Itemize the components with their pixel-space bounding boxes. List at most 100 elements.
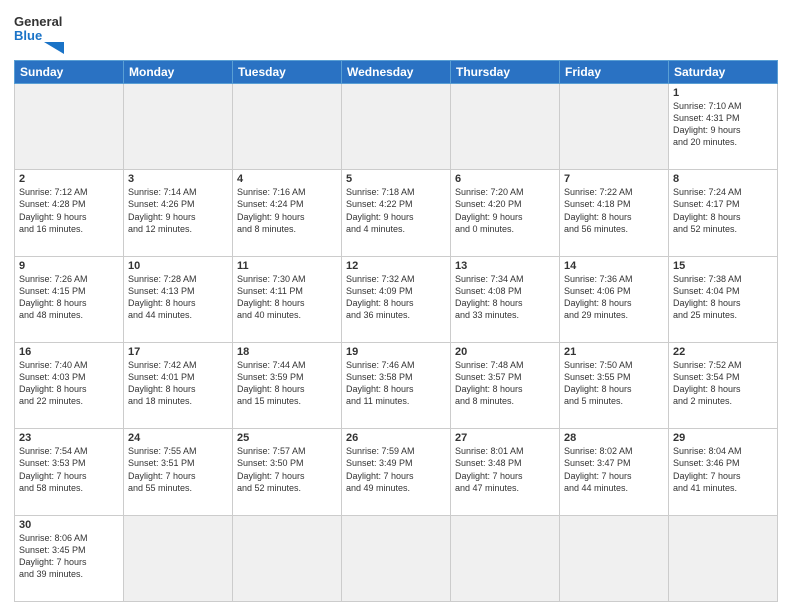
calendar-cell: 10Sunrise: 7:28 AM Sunset: 4:13 PM Dayli… bbox=[124, 256, 233, 342]
svg-text:General: General bbox=[14, 14, 62, 29]
calendar-cell: 9Sunrise: 7:26 AM Sunset: 4:15 PM Daylig… bbox=[15, 256, 124, 342]
calendar-cell: 12Sunrise: 7:32 AM Sunset: 4:09 PM Dayli… bbox=[342, 256, 451, 342]
day-number: 7 bbox=[564, 173, 664, 185]
calendar-cell: 13Sunrise: 7:34 AM Sunset: 4:08 PM Dayli… bbox=[451, 256, 560, 342]
calendar-cell: 25Sunrise: 7:57 AM Sunset: 3:50 PM Dayli… bbox=[233, 429, 342, 515]
calendar-cell: 6Sunrise: 7:20 AM Sunset: 4:20 PM Daylig… bbox=[451, 170, 560, 256]
calendar-cell: 17Sunrise: 7:42 AM Sunset: 4:01 PM Dayli… bbox=[124, 342, 233, 428]
calendar-cell: 29Sunrise: 8:04 AM Sunset: 3:46 PM Dayli… bbox=[669, 429, 778, 515]
day-info: Sunrise: 7:12 AM Sunset: 4:28 PM Dayligh… bbox=[19, 186, 119, 235]
calendar-cell bbox=[15, 84, 124, 170]
day-info: Sunrise: 8:02 AM Sunset: 3:47 PM Dayligh… bbox=[564, 445, 664, 494]
day-info: Sunrise: 7:50 AM Sunset: 3:55 PM Dayligh… bbox=[564, 359, 664, 408]
calendar-cell: 15Sunrise: 7:38 AM Sunset: 4:04 PM Dayli… bbox=[669, 256, 778, 342]
col-sunday: Sunday bbox=[15, 61, 124, 84]
page: General Blue Sunday Monday Tuesday Wedne… bbox=[0, 0, 792, 612]
day-info: Sunrise: 7:40 AM Sunset: 4:03 PM Dayligh… bbox=[19, 359, 119, 408]
day-info: Sunrise: 8:06 AM Sunset: 3:45 PM Dayligh… bbox=[19, 532, 119, 581]
day-number: 6 bbox=[455, 173, 555, 185]
day-info: Sunrise: 7:34 AM Sunset: 4:08 PM Dayligh… bbox=[455, 273, 555, 322]
day-info: Sunrise: 7:20 AM Sunset: 4:20 PM Dayligh… bbox=[455, 186, 555, 235]
day-number: 2 bbox=[19, 173, 119, 185]
calendar-cell bbox=[342, 515, 451, 601]
col-monday: Monday bbox=[124, 61, 233, 84]
header: General Blue bbox=[14, 10, 778, 54]
day-number: 30 bbox=[19, 519, 119, 531]
day-number: 8 bbox=[673, 173, 773, 185]
calendar-cell: 11Sunrise: 7:30 AM Sunset: 4:11 PM Dayli… bbox=[233, 256, 342, 342]
calendar-cell: 14Sunrise: 7:36 AM Sunset: 4:06 PM Dayli… bbox=[560, 256, 669, 342]
col-saturday: Saturday bbox=[669, 61, 778, 84]
day-number: 22 bbox=[673, 346, 773, 358]
week-row-4: 23Sunrise: 7:54 AM Sunset: 3:53 PM Dayli… bbox=[15, 429, 778, 515]
day-info: Sunrise: 7:46 AM Sunset: 3:58 PM Dayligh… bbox=[346, 359, 446, 408]
calendar-cell: 28Sunrise: 8:02 AM Sunset: 3:47 PM Dayli… bbox=[560, 429, 669, 515]
calendar-cell: 21Sunrise: 7:50 AM Sunset: 3:55 PM Dayli… bbox=[560, 342, 669, 428]
calendar-cell: 8Sunrise: 7:24 AM Sunset: 4:17 PM Daylig… bbox=[669, 170, 778, 256]
calendar-cell: 3Sunrise: 7:14 AM Sunset: 4:26 PM Daylig… bbox=[124, 170, 233, 256]
day-info: Sunrise: 7:36 AM Sunset: 4:06 PM Dayligh… bbox=[564, 273, 664, 322]
day-info: Sunrise: 7:57 AM Sunset: 3:50 PM Dayligh… bbox=[237, 445, 337, 494]
day-number: 14 bbox=[564, 260, 664, 272]
calendar-cell: 5Sunrise: 7:18 AM Sunset: 4:22 PM Daylig… bbox=[342, 170, 451, 256]
calendar-cell: 4Sunrise: 7:16 AM Sunset: 4:24 PM Daylig… bbox=[233, 170, 342, 256]
day-info: Sunrise: 7:42 AM Sunset: 4:01 PM Dayligh… bbox=[128, 359, 228, 408]
day-number: 18 bbox=[237, 346, 337, 358]
week-row-0: 1Sunrise: 7:10 AM Sunset: 4:31 PM Daylig… bbox=[15, 84, 778, 170]
day-info: Sunrise: 7:24 AM Sunset: 4:17 PM Dayligh… bbox=[673, 186, 773, 235]
calendar-cell bbox=[233, 515, 342, 601]
week-row-2: 9Sunrise: 7:26 AM Sunset: 4:15 PM Daylig… bbox=[15, 256, 778, 342]
calendar-table: Sunday Monday Tuesday Wednesday Thursday… bbox=[14, 60, 778, 602]
day-number: 4 bbox=[237, 173, 337, 185]
day-number: 12 bbox=[346, 260, 446, 272]
calendar-cell: 27Sunrise: 8:01 AM Sunset: 3:48 PM Dayli… bbox=[451, 429, 560, 515]
logo-area: General Blue bbox=[14, 10, 66, 54]
day-number: 23 bbox=[19, 432, 119, 444]
day-info: Sunrise: 7:30 AM Sunset: 4:11 PM Dayligh… bbox=[237, 273, 337, 322]
calendar-cell bbox=[124, 515, 233, 601]
day-number: 9 bbox=[19, 260, 119, 272]
svg-text:Blue: Blue bbox=[14, 28, 42, 43]
day-info: Sunrise: 7:38 AM Sunset: 4:04 PM Dayligh… bbox=[673, 273, 773, 322]
day-info: Sunrise: 7:26 AM Sunset: 4:15 PM Dayligh… bbox=[19, 273, 119, 322]
week-row-3: 16Sunrise: 7:40 AM Sunset: 4:03 PM Dayli… bbox=[15, 342, 778, 428]
day-info: Sunrise: 8:04 AM Sunset: 3:46 PM Dayligh… bbox=[673, 445, 773, 494]
day-number: 29 bbox=[673, 432, 773, 444]
day-info: Sunrise: 7:18 AM Sunset: 4:22 PM Dayligh… bbox=[346, 186, 446, 235]
day-number: 20 bbox=[455, 346, 555, 358]
day-info: Sunrise: 7:59 AM Sunset: 3:49 PM Dayligh… bbox=[346, 445, 446, 494]
day-info: Sunrise: 7:10 AM Sunset: 4:31 PM Dayligh… bbox=[673, 100, 773, 149]
day-info: Sunrise: 8:01 AM Sunset: 3:48 PM Dayligh… bbox=[455, 445, 555, 494]
day-number: 3 bbox=[128, 173, 228, 185]
day-info: Sunrise: 7:55 AM Sunset: 3:51 PM Dayligh… bbox=[128, 445, 228, 494]
day-number: 21 bbox=[564, 346, 664, 358]
day-number: 17 bbox=[128, 346, 228, 358]
calendar-cell bbox=[560, 84, 669, 170]
day-number: 26 bbox=[346, 432, 446, 444]
calendar-cell: 23Sunrise: 7:54 AM Sunset: 3:53 PM Dayli… bbox=[15, 429, 124, 515]
day-number: 28 bbox=[564, 432, 664, 444]
day-info: Sunrise: 7:48 AM Sunset: 3:57 PM Dayligh… bbox=[455, 359, 555, 408]
day-info: Sunrise: 7:28 AM Sunset: 4:13 PM Dayligh… bbox=[128, 273, 228, 322]
day-number: 10 bbox=[128, 260, 228, 272]
col-tuesday: Tuesday bbox=[233, 61, 342, 84]
day-info: Sunrise: 7:52 AM Sunset: 3:54 PM Dayligh… bbox=[673, 359, 773, 408]
calendar-body: 1Sunrise: 7:10 AM Sunset: 4:31 PM Daylig… bbox=[15, 84, 778, 602]
calendar-cell: 18Sunrise: 7:44 AM Sunset: 3:59 PM Dayli… bbox=[233, 342, 342, 428]
col-thursday: Thursday bbox=[451, 61, 560, 84]
day-info: Sunrise: 7:32 AM Sunset: 4:09 PM Dayligh… bbox=[346, 273, 446, 322]
day-number: 16 bbox=[19, 346, 119, 358]
day-info: Sunrise: 7:54 AM Sunset: 3:53 PM Dayligh… bbox=[19, 445, 119, 494]
day-number: 27 bbox=[455, 432, 555, 444]
calendar-cell: 26Sunrise: 7:59 AM Sunset: 3:49 PM Dayli… bbox=[342, 429, 451, 515]
calendar-cell bbox=[451, 515, 560, 601]
calendar-header: Sunday Monday Tuesday Wednesday Thursday… bbox=[15, 61, 778, 84]
logo-icon: General Blue bbox=[14, 10, 66, 54]
day-number: 15 bbox=[673, 260, 773, 272]
calendar-cell: 16Sunrise: 7:40 AM Sunset: 4:03 PM Dayli… bbox=[15, 342, 124, 428]
day-number: 1 bbox=[673, 87, 773, 99]
calendar-cell bbox=[669, 515, 778, 601]
day-number: 24 bbox=[128, 432, 228, 444]
calendar-cell: 30Sunrise: 8:06 AM Sunset: 3:45 PM Dayli… bbox=[15, 515, 124, 601]
day-info: Sunrise: 7:22 AM Sunset: 4:18 PM Dayligh… bbox=[564, 186, 664, 235]
